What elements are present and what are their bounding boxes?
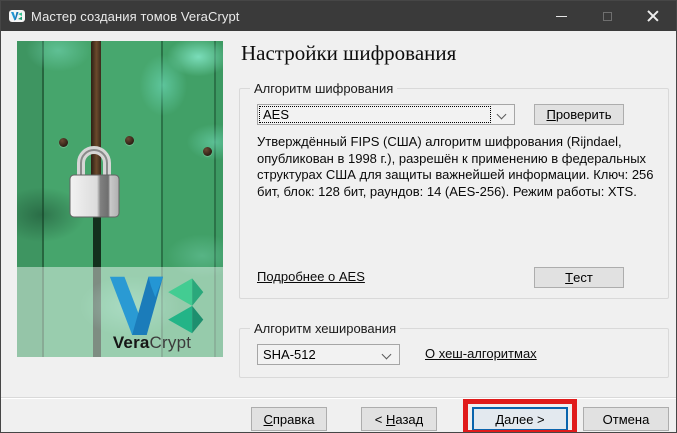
encryption-groupbox: Алгоритм шифрования AES Проверить Утверж… <box>239 88 669 299</box>
verify-button-label: роверить <box>556 107 612 122</box>
help-button-label: правка <box>273 412 315 427</box>
back-button-label: азад <box>395 412 423 427</box>
minimize-button[interactable] <box>538 1 584 31</box>
test-button-mnemonic: Т <box>565 270 573 285</box>
verify-button-mnemonic: П <box>546 107 555 122</box>
help-button-mnemonic: С <box>264 412 273 427</box>
brand-wordmark: VeraCrypt <box>87 333 217 353</box>
brand-vera: Vera <box>113 333 150 352</box>
hash-group-label: Алгоритм хеширования <box>250 321 400 336</box>
algorithm-description: Утверждённый FIPS (США) алгоритм шифрова… <box>257 134 669 200</box>
verify-button[interactable]: Проверить <box>534 104 624 125</box>
veracrypt-logo <box>109 275 205 335</box>
chevron-down-icon <box>383 351 391 359</box>
page-title: Настройки шифрования <box>241 41 456 66</box>
hash-algorithm-value: SHA-512 <box>260 347 316 362</box>
back-button-mnemonic: Н <box>386 412 395 427</box>
cancel-button[interactable]: Отмена <box>583 407 669 431</box>
padlock-icon <box>67 141 123 219</box>
door-photo: VeraCrypt <box>17 41 223 357</box>
combo-inner: SHA-512 <box>260 347 375 362</box>
brand-crypt: Crypt <box>150 333 192 352</box>
back-button-prefix: < <box>375 412 383 427</box>
back-button[interactable]: < Назад <box>361 407 437 431</box>
test-button-label: ест <box>573 270 593 285</box>
hash-groupbox: Алгоритм хеширования SHA-512 О хеш-алгор… <box>239 328 669 378</box>
combo-focus-rect: AES <box>260 107 490 122</box>
minimize-icon <box>556 16 567 17</box>
maximize-icon <box>603 12 612 21</box>
titlebar: Мастер создания томов VeraCrypt <box>1 1 676 31</box>
next-button-label: алее > <box>504 412 544 427</box>
next-button-mnemonic: Д <box>495 412 504 427</box>
chevron-down-icon <box>498 111 506 119</box>
veracrypt-app-icon <box>9 8 25 24</box>
bolt-dot <box>203 147 212 156</box>
maximize-button[interactable] <box>584 1 630 31</box>
wizard-window: Мастер создания томов VeraCrypt <box>0 0 677 433</box>
test-button[interactable]: Тест <box>534 267 624 288</box>
hash-info-link[interactable]: О хеш-алгоритмах <box>425 346 537 361</box>
window-controls <box>538 1 676 31</box>
next-button[interactable]: Далее > <box>472 407 568 431</box>
encryption-group-label: Алгоритм шифрования <box>250 81 397 96</box>
more-about-aes-link[interactable]: Подробнее о AES <box>257 269 365 284</box>
footer-divider <box>1 397 676 399</box>
close-button[interactable] <box>630 1 676 31</box>
encryption-algorithm-select[interactable]: AES <box>257 104 515 125</box>
window-title: Мастер создания томов VeraCrypt <box>31 9 240 24</box>
help-button[interactable]: Справка <box>251 407 327 431</box>
bolt-dot <box>125 136 134 145</box>
close-icon <box>647 10 659 22</box>
hash-algorithm-select[interactable]: SHA-512 <box>257 344 400 365</box>
logo-band: VeraCrypt <box>17 267 223 357</box>
encryption-algorithm-value: AES <box>260 107 289 122</box>
